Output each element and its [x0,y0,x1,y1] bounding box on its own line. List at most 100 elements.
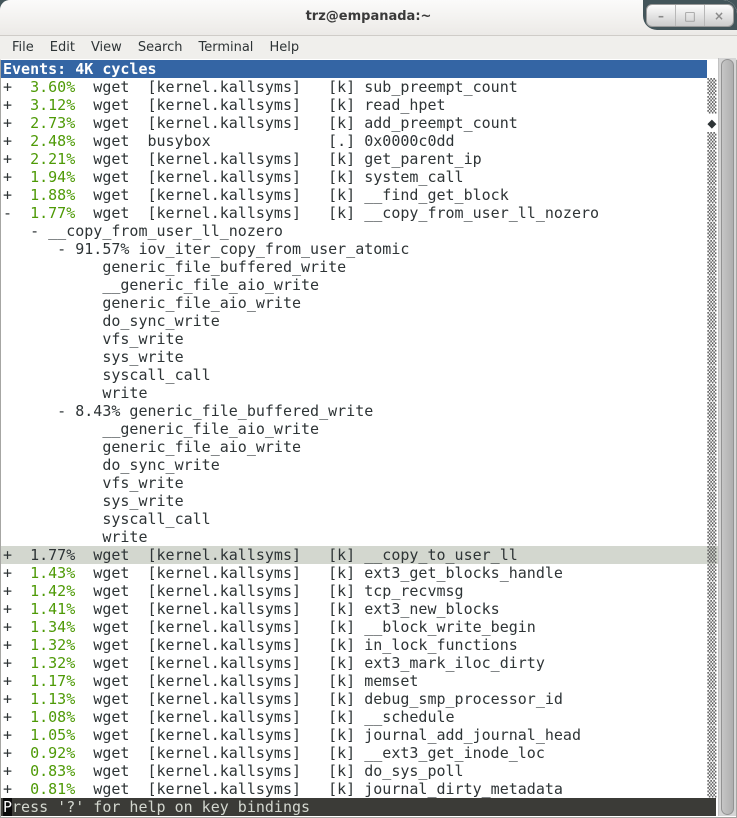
overhead-percent: 1.34% [12,618,75,636]
symbol-text: wget [kernel.kallsyms] [k] system_call [75,168,463,186]
menu-help[interactable]: Help [261,38,307,57]
callchain-row[interactable]: sys_write▒ [3,348,736,366]
perf-row-journal_add_journal_head[interactable]: + 1.05% wget [kernel.kallsyms] [k] journ… [3,726,736,744]
perf-scroll-track-icon: ▒ [707,510,716,528]
perf-scroll-track-icon: ▒ [707,366,716,384]
expander-icon: + [3,150,12,168]
close-button[interactable]: × [704,5,733,26]
expander-icon: + [3,672,12,690]
menu-edit[interactable]: Edit [42,38,83,57]
perf-row-0x0000c0dd[interactable]: + 2.48% wget busybox [.] 0x0000c0dd▒ [3,132,736,150]
perf-scroll-track-icon: ▒ [707,204,716,222]
perf-row-memset[interactable]: + 1.17% wget [kernel.kallsyms] [k] memse… [3,672,736,690]
callchain-row[interactable]: - 8.43% generic_file_buffered_write▒ [3,402,736,420]
callchain-row[interactable]: vfs_write▒ [3,474,736,492]
callchain-row[interactable]: __generic_file_aio_write▒ [3,420,736,438]
perf-row-ext3_get_blocks_handle[interactable]: + 1.43% wget [kernel.kallsyms] [k] ext3_… [3,564,736,582]
terminal-scrollbar[interactable] [718,58,736,816]
perf-row-__copy_to_user_ll[interactable]: + 1.77% wget [kernel.kallsyms] [k] __cop… [1,546,718,564]
symbol-text: wget [kernel.kallsyms] [k] __copy_to_use… [75,546,518,564]
maximize-icon: □ [684,9,695,23]
perf-scroll-track-icon: ▒ [707,330,716,348]
perf-scroll-track-icon: ▒ [707,546,716,564]
callchain-row[interactable]: - 91.57% iov_iter_copy_from_user_atomic▒ [3,240,736,258]
expander-icon: - [3,204,12,222]
overhead-percent: 1.32% [12,654,75,672]
callchain-row[interactable]: write ▒ [3,528,736,546]
symbol-text: wget [kernel.kallsyms] [k] ext3_mark_ilo… [75,654,545,672]
symbol-text: wget [kernel.kallsyms] [k] get_parent_ip [75,150,481,168]
perf-scroll-track-icon: ▒ [707,438,716,456]
menu-search[interactable]: Search [130,38,191,57]
callchain-row[interactable]: __generic_file_aio_write▒ [3,276,736,294]
expander-icon: + [3,546,12,564]
perf-scroll-track-icon: ▒ [707,564,716,582]
symbol-text: wget [kernel.kallsyms] [k] tcp_recvmsg [75,582,463,600]
expander-icon: + [3,78,12,96]
overhead-percent: 1.77% [12,204,75,222]
callchain-row[interactable]: do_sync_write▒ [3,312,736,330]
perf-scroll-track-icon: ▒ [707,240,716,258]
menu-terminal[interactable]: Terminal [190,38,261,57]
perf-scroll-track-icon: ▒ [707,312,716,330]
perf-scroll-track-icon: ▒ [707,780,716,798]
menu-view[interactable]: View [83,38,130,57]
expander-icon: + [3,744,12,762]
perf-row-get_parent_ip[interactable]: + 2.21% wget [kernel.kallsyms] [k] get_p… [3,150,736,168]
callchain-text: write [3,384,148,402]
expander-icon: + [3,582,12,600]
terminal-screen: Events: 4K cycles + 3.60% wget [kernel.k… [1,59,736,816]
callchain-row[interactable]: vfs_write▒ [3,330,736,348]
perf-scroll-position-icon: ◆ [707,114,716,132]
expander-icon: + [3,762,12,780]
window-title: trz@empanada:~ [0,9,737,24]
perf-row-in_lock_functions[interactable]: + 1.32% wget [kernel.kallsyms] [k] in_lo… [3,636,736,654]
callchain-text: write [3,528,148,546]
scrollbar-thumb[interactable] [721,59,734,815]
perf-row-debug_smp_processor_id[interactable]: + 1.13% wget [kernel.kallsyms] [k] debug… [3,690,736,708]
perf-row-__schedule[interactable]: + 1.08% wget [kernel.kallsyms] [k] __sch… [3,708,736,726]
perf-scroll-track-icon: ▒ [707,420,716,438]
callchain-row[interactable]: syscall_call▒ [3,366,736,384]
perf-row-journal_dirty_metadata[interactable]: + 0.81% wget [kernel.kallsyms] [k] journ… [3,780,736,798]
perf-row-tcp_recvmsg[interactable]: + 1.42% wget [kernel.kallsyms] [k] tcp_r… [3,582,736,600]
callchain-row[interactable]: do_sync_write▒ [3,456,736,474]
perf-row-do_sys_poll[interactable]: + 0.83% wget [kernel.kallsyms] [k] do_sy… [3,762,736,780]
perf-row-__ext3_get_inode_loc[interactable]: + 0.92% wget [kernel.kallsyms] [k] __ext… [3,744,736,762]
menu-file[interactable]: File [4,38,42,57]
perf-scroll-track-icon: ▒ [707,78,716,96]
perf-row-__copy_from_user_ll_nozero[interactable]: - 1.77% wget [kernel.kallsyms] [k] __cop… [3,204,736,222]
callchain-row[interactable]: generic_file_aio_write▒ [3,294,736,312]
perf-scroll-track-icon: ▒ [707,528,716,546]
callchain-row[interactable]: write▒ [3,384,736,402]
perf-scroll-track-icon: ▒ [707,618,716,636]
maximize-button[interactable]: □ [675,5,704,26]
expander-icon: + [3,114,12,132]
perf-scroll-track-icon: ▒ [707,744,716,762]
perf-row-ext3_new_blocks[interactable]: + 1.41% wget [kernel.kallsyms] [k] ext3_… [3,600,736,618]
callchain-row[interactable]: sys_write▒ [3,492,736,510]
callchain-row[interactable]: generic_file_buffered_write▒ [3,258,736,276]
perf-row-__find_get_block[interactable]: + 1.88% wget [kernel.kallsyms] [k] __fin… [3,186,736,204]
perf-scroll-track-icon: ▒ [707,708,716,726]
callchain-row[interactable]: - __copy_from_user_ll_nozero▒ [3,222,736,240]
perf-row-__block_write_begin[interactable]: + 1.34% wget [kernel.kallsyms] [k] __blo… [3,618,736,636]
expander-icon: + [3,690,12,708]
symbol-text: wget [kernel.kallsyms] [k] do_sys_poll [75,762,463,780]
minimize-button[interactable]: – [647,5,675,26]
overhead-percent: 1.94% [12,168,75,186]
callchain-row[interactable]: syscall_call▒ [3,510,736,528]
menubar: FileEditViewSearchTerminalHelp [0,36,737,60]
perf-row-read_hpet[interactable]: + 3.12% wget [kernel.kallsyms] [k] read_… [3,96,736,114]
symbol-text: wget [kernel.kallsyms] [k] __block_write… [75,618,536,636]
callchain-row[interactable]: generic_file_aio_write▒ [3,438,736,456]
perf-row-ext3_mark_iloc_dirty[interactable]: + 1.32% wget [kernel.kallsyms] [k] ext3_… [3,654,736,672]
overhead-percent: 3.12% [12,96,75,114]
expander-icon: + [3,96,12,114]
titlebar[interactable]: trz@empanada:~ –□ × [0,0,737,36]
expander-icon: + [3,186,12,204]
perf-row-add_preempt_count[interactable]: + 2.73% wget [kernel.kallsyms] [k] add_p… [3,114,736,132]
perf-row-system_call[interactable]: + 1.94% wget [kernel.kallsyms] [k] syste… [3,168,736,186]
perf-row-sub_preempt_count[interactable]: + 3.60% wget [kernel.kallsyms] [k] sub_p… [3,78,736,96]
callchain-text: sys_write [3,492,184,510]
